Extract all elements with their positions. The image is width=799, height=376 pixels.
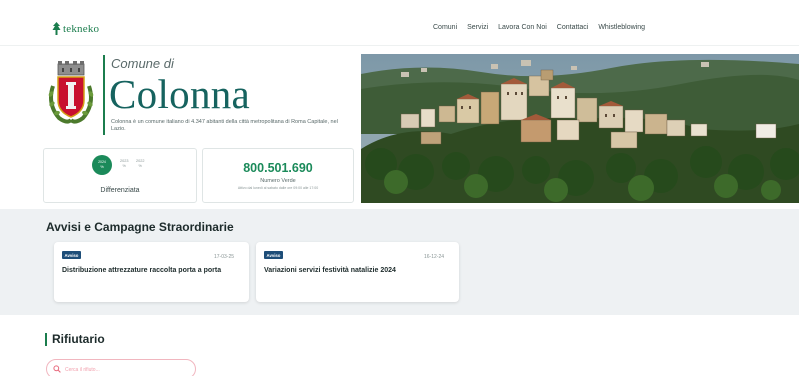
rifiutario-search[interactable] [46,359,196,376]
differenziata-prev-1: 2023 % [120,159,128,169]
search-input[interactable] [65,363,185,376]
notice-date: 17-03-25 [213,254,234,260]
numero-verde-number[interactable]: 800.501.690 [203,161,353,175]
notice-badge: Avviso [62,251,81,259]
logo-text: tekneko [63,22,100,35]
comune-description: Colonna è un comune italiano di 4.347 ab… [111,119,338,132]
differenziata-current-value: % [100,163,104,169]
town-photo [361,54,799,203]
search-icon [53,365,61,373]
notice-card[interactable]: Avviso 17-03-25 Distribuzione attrezzatu… [54,242,249,302]
numero-verde-hours: Attivo dal lunedì al sabato dalle ore 09… [237,186,319,190]
notice-title[interactable]: Distribuzione attrezzature raccolta port… [62,266,237,277]
comune-divider [103,55,105,135]
notice-badge: Avviso [264,251,283,259]
notice-card[interactable]: Avviso 16-12-24 Variazioni servizi festi… [256,242,459,302]
rifiutario-title: Rifiutario [52,332,105,346]
numero-verde-card[interactable]: 800.501.690 Numero Verde Attivo dal lune… [202,148,354,203]
nav-contattaci[interactable]: Contattaci [557,24,589,31]
tree-icon [52,22,61,35]
differenziata-prev-value: % [122,163,126,168]
avvisi-section: Avvisi e Campagne Straordinarie Avviso 1… [0,209,799,315]
nav-lavora-con-noi[interactable]: Lavora Con Noi [498,24,547,31]
differenziata-prev-2: 2022 % [136,159,144,169]
avvisi-title: Avvisi e Campagne Straordinarie [46,220,234,234]
rifiutario-accent-bar [45,333,47,346]
nav-servizi[interactable]: Servizi [467,24,488,31]
notice-date: 16-12-24 [423,254,444,260]
tekneko-logo[interactable]: tekneko [52,22,99,35]
comune-di-label: Comune di [111,56,174,71]
main-nav: Comuni Servizi Lavora Con Noi Contattaci… [433,24,645,31]
differenziata-current-circle: 2024 % [92,155,112,175]
nav-whistleblowing[interactable]: Whistleblowing [598,24,645,31]
notice-title[interactable]: Variazioni servizi festività natalizie 2… [264,266,454,277]
coat-of-arms-icon [48,61,94,124]
differenziata-label: Differenziata [100,187,140,194]
site-header: tekneko Comuni Servizi Lavora Con Noi Co… [0,10,799,46]
differenziata-prev-value: % [138,163,142,168]
numero-verde-label: Numero Verde [260,178,296,184]
differenziata-card: 2024 % 2023 % 2022 % Differenziata [43,148,197,203]
nav-comuni[interactable]: Comuni [433,24,457,31]
comune-name: Colonna [109,71,251,117]
